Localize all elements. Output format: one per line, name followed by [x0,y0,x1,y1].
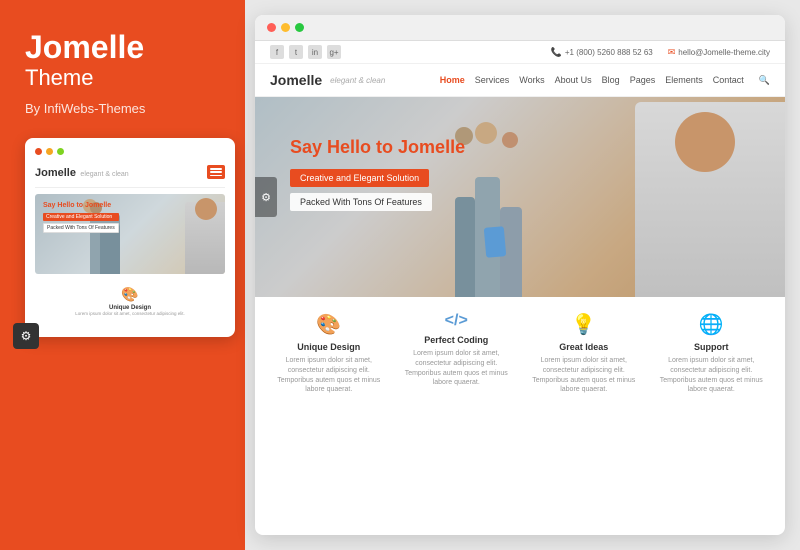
mobile-dot-yellow [46,148,53,155]
feature-support-desc: Lorem ipsum dolor sit amet, consectetur … [653,356,771,395]
brand-title: Jomelle Theme [25,30,220,91]
hamburger-line [210,171,222,173]
feature-ideas-desc: Lorem ipsum dolor sit amet, consectetur … [525,356,643,395]
hamburger-icon[interactable] [207,165,225,179]
feature-great-ideas: 💡 Great Ideas Lorem ipsum dolor sit amet… [525,312,643,395]
hero-main-person-head [675,112,735,172]
email-icon: ✉ [668,47,676,58]
nav-item-pages[interactable]: Pages [630,75,656,85]
hero-bg-person2 [455,197,475,297]
mobile-preview: Jomelle elegant & clean Say Hello to [25,138,235,337]
site-logo[interactable]: Jomelle [270,72,322,88]
hero-text-overlay: Say Hello to Jomelle Creative and Elegan… [290,137,465,211]
mobile-dot-green [57,148,64,155]
feature-ideas-title: Great Ideas [525,342,643,352]
browser-dot-yellow [281,23,290,32]
mobile-features: 🎨 Unique Design Lorem ipsum dolor sit am… [35,282,225,321]
mobile-hero-title: Say Hello to Jomelle [43,202,119,209]
site-navbar: Jomelle elegant & clean Home Services Wo… [255,64,785,97]
brand-by: By InfiWebs-Themes [25,101,220,116]
hero-brand-name: Jomelle [398,137,465,157]
mobile-hero: Say Hello to Jomelle Creative and Elegan… [35,194,225,274]
nav-item-elements[interactable]: Elements [665,75,703,85]
site-hero: ⚙ Say Hello to Jomelle Creative and Eleg… [255,97,785,297]
mobile-feature-desc: Lorem ipsum dolor sit amet, consectetur … [75,311,185,317]
mobile-browser-dots [35,148,225,155]
nav-item-about[interactable]: About Us [555,75,592,85]
hero-person1-head [475,122,497,144]
mobile-navbar: Jomelle elegant & clean [35,163,225,188]
feature-design-title: Unique Design [270,342,388,352]
mobile-hero-badge2: Packed With Tons Of Features [43,223,119,233]
mobile-feature-item: 🎨 Unique Design Lorem ipsum dolor sit am… [71,282,189,321]
mobile-settings-badge[interactable]: ⚙ [13,323,39,349]
nav-item-contact[interactable]: Contact [713,75,744,85]
right-panel: f t in g+ 📞 +1 (800) 5260 888 52 63 ✉ he… [245,0,800,550]
nav-item-home[interactable]: Home [440,75,465,85]
site-nav-items: Home Services Works About Us Blog Pages … [440,75,770,86]
social-twitter-icon[interactable]: t [289,45,303,59]
site-topbar: f t in g+ 📞 +1 (800) 5260 888 52 63 ✉ he… [255,41,785,64]
topbar-phone: 📞 +1 (800) 5260 888 52 63 [551,47,653,58]
social-linkedin-icon[interactable]: in [308,45,322,59]
site-tagline: elegant & clean [330,76,385,85]
mobile-hero-badge1: Creative and Elegant Solution [43,213,119,221]
hamburger-line [210,168,222,170]
mobile-hero-text: Say Hello to Jomelle Creative and Elegan… [43,202,119,233]
hero-settings-toggle[interactable]: ⚙ [255,177,277,217]
feature-design-desc: Lorem ipsum dolor sit amet, consectetur … [270,356,388,395]
nav-item-services[interactable]: Services [475,75,510,85]
feature-support: 🌐 Support Lorem ipsum dolor sit amet, co… [653,312,771,395]
mobile-feature-icon: 🎨 [75,286,185,303]
hamburger-line [210,175,222,177]
hero-clipboard [484,226,507,258]
hero-badge1: Creative and Elegant Solution [290,168,465,192]
browser-chrome [255,15,785,41]
browser-dot-green [295,23,304,32]
nav-item-works[interactable]: Works [519,75,544,85]
feature-perfect-coding: </> Perfect Coding Lorem ipsum dolor sit… [398,312,516,395]
hero-main-title: Say Hello to Jomelle [290,137,465,158]
phone-icon: 📞 [551,47,562,58]
left-panel: Jomelle Theme By InfiWebs-Themes Jomelle… [0,0,245,550]
feature-support-icon: 🌐 [653,312,771,337]
topbar-email: ✉ hello@Jomelle-theme.city [668,47,770,58]
hero-badge2: Packed With Tons Of Features [290,192,465,211]
hero-person3-head [502,132,518,148]
feature-ideas-icon: 💡 [525,312,643,337]
feature-code-desc: Lorem ipsum dolor sit amet, consectetur … [398,349,516,388]
feature-code-icon: </> [398,312,516,330]
social-googleplus-icon[interactable]: g+ [327,45,341,59]
social-facebook-icon[interactable]: f [270,45,284,59]
nav-search-icon[interactable]: 🔍 [759,75,770,86]
feature-design-icon: 🎨 [270,312,388,337]
topbar-socials: f t in g+ [270,45,341,59]
feature-code-title: Perfect Coding [398,335,516,345]
feature-unique-design: 🎨 Unique Design Lorem ipsum dolor sit am… [270,312,388,395]
browser-dot-red [267,23,276,32]
desktop-browser: f t in g+ 📞 +1 (800) 5260 888 52 63 ✉ he… [255,15,785,535]
mobile-logo: Jomelle elegant & clean [35,163,129,181]
desktop-site: f t in g+ 📞 +1 (800) 5260 888 52 63 ✉ he… [255,41,785,535]
site-features: 🎨 Unique Design Lorem ipsum dolor sit am… [255,297,785,407]
feature-support-title: Support [653,342,771,352]
mobile-dot-red [35,148,42,155]
nav-item-blog[interactable]: Blog [602,75,620,85]
